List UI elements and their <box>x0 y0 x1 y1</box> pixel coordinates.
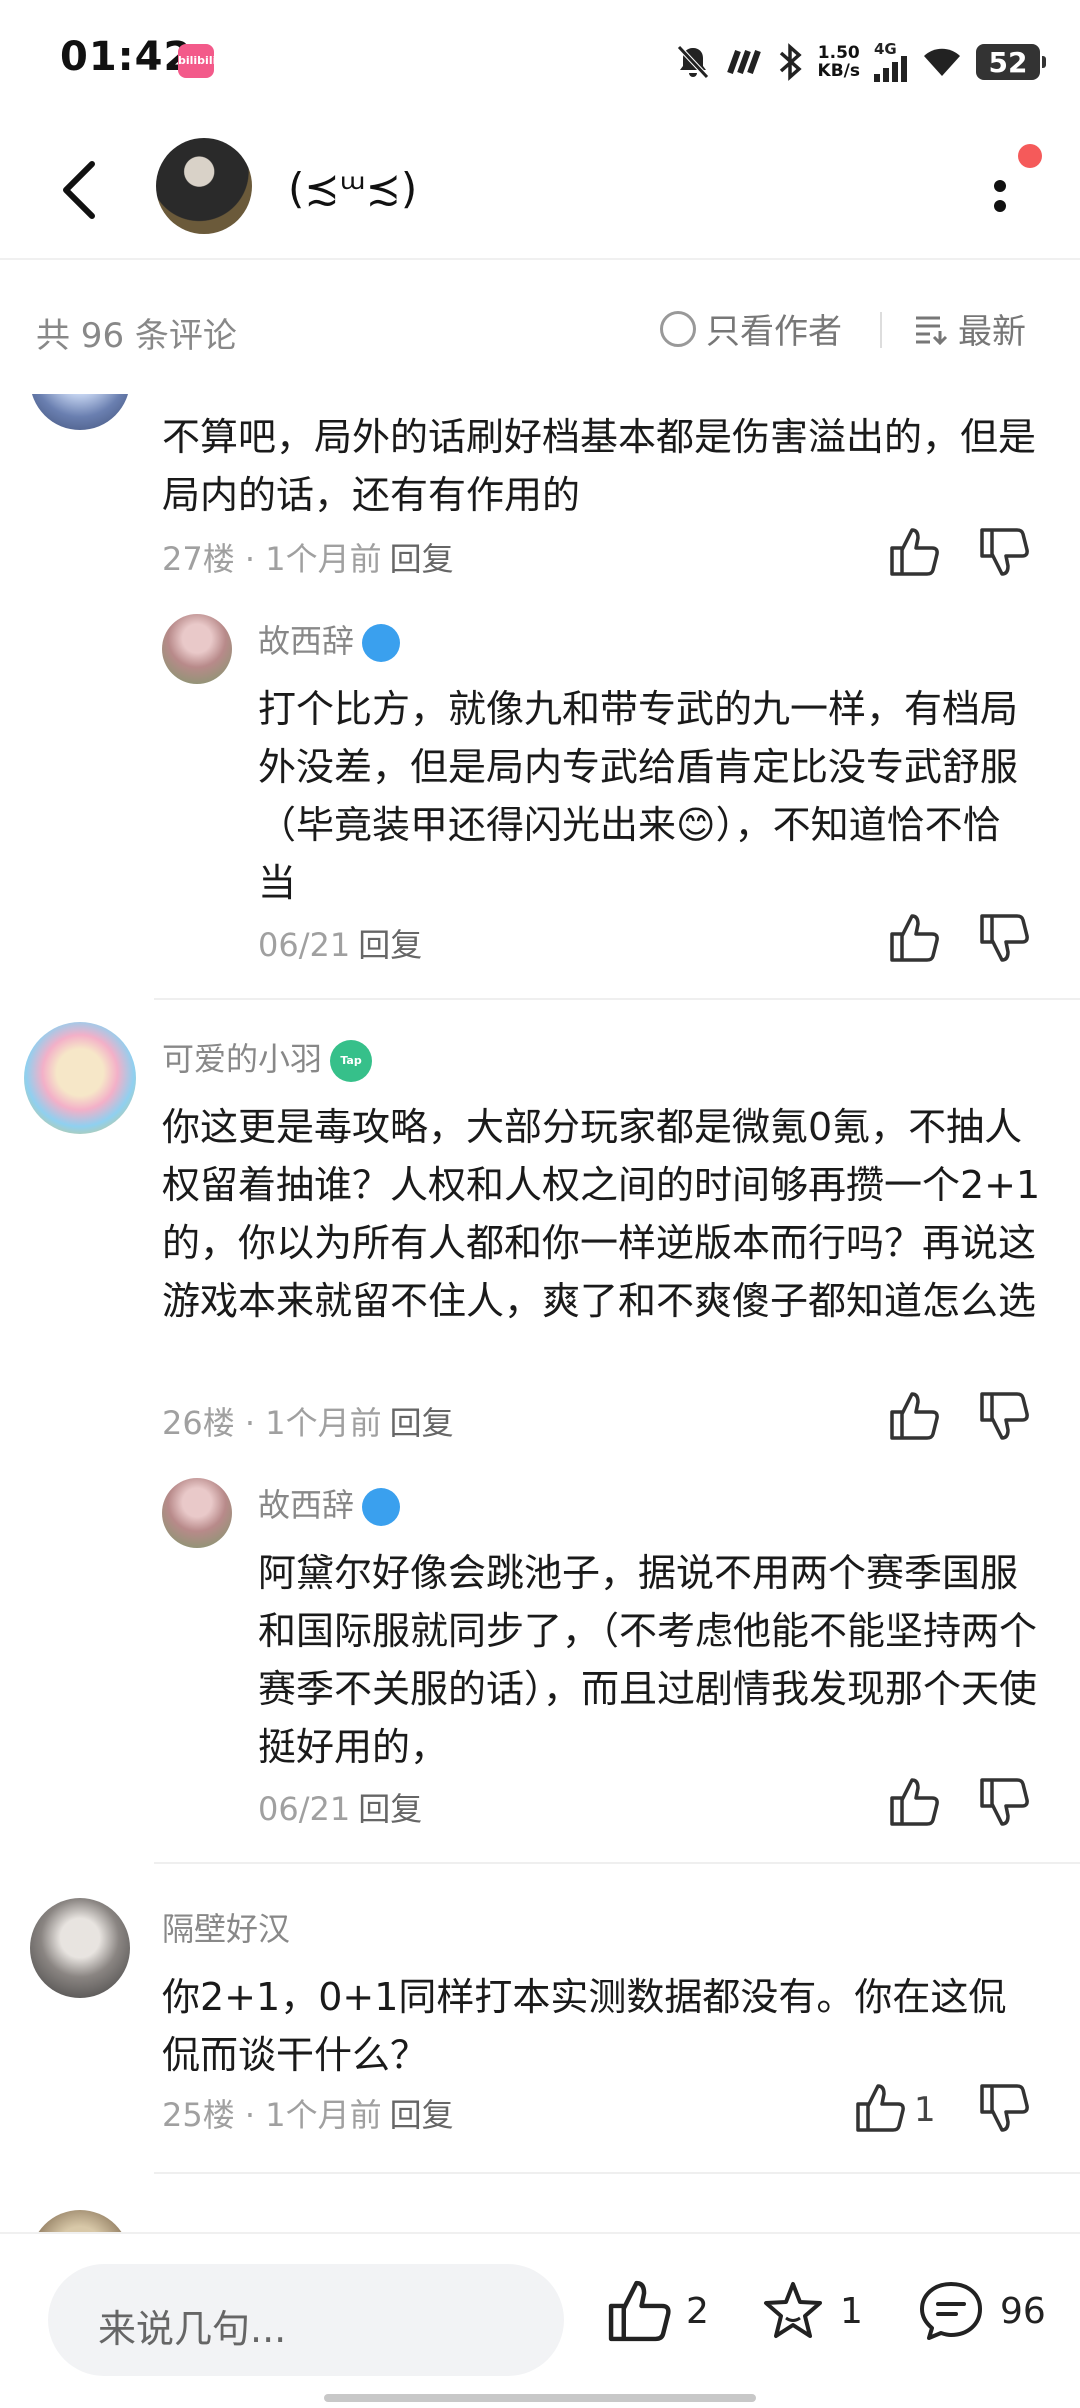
notification-dot <box>1018 144 1042 168</box>
divider <box>154 2172 1080 2174</box>
divider <box>154 998 1080 1000</box>
reply-meta: 06/21 回复 <box>258 926 423 964</box>
sort-label: 最新 <box>958 312 1026 352</box>
more-icon[interactable] <box>980 160 1040 230</box>
thumb-up-icon <box>608 2280 671 2342</box>
bluetooth-icon <box>779 43 802 81</box>
author-avatar[interactable] <box>156 138 252 234</box>
star-icon <box>764 2282 822 2338</box>
comment-author[interactable]: 隔壁好汉 <box>162 1904 290 1950</box>
post-like-count: 2 <box>686 2290 709 2332</box>
thumb-down-icon[interactable] <box>978 526 1030 578</box>
reply-meta: 06/21 回复 <box>258 1790 423 1828</box>
reply-author[interactable]: 故西辞 <box>258 616 401 662</box>
comment-avatar[interactable] <box>30 2210 130 2232</box>
comments-button[interactable]: 96 <box>916 2278 1046 2344</box>
comment-total: 96 <box>1000 2290 1046 2332</box>
app-notification-icon: bilibili <box>178 44 216 78</box>
battery-icon: 52 <box>976 44 1046 80</box>
thumb-down-icon[interactable] <box>978 2082 1030 2134</box>
comment-author[interactable]: 可爱的小羽 Tap <box>162 1034 373 1082</box>
reply-author[interactable]: 故西辞 <box>258 1480 401 1526</box>
like-count: 1 <box>914 2090 936 2130</box>
wifi-icon <box>924 48 960 76</box>
reply-button[interactable]: 回复 <box>390 1404 454 1442</box>
thumb-down-icon[interactable] <box>978 912 1030 964</box>
signal-icon <box>874 56 907 82</box>
thumb-up-icon[interactable] <box>888 912 940 964</box>
author-only-label: 只看作者 <box>706 312 842 352</box>
home-indicator[interactable] <box>324 2394 756 2402</box>
notification-off-icon <box>676 45 709 79</box>
post-like-button[interactable]: 2 <box>606 2278 709 2344</box>
thumb-up-icon[interactable] <box>854 2082 906 2134</box>
comment-meta: 27楼 · 1个月前 回复 <box>162 540 454 578</box>
comment-avatar[interactable] <box>24 1022 136 1134</box>
reply-button[interactable]: 回复 <box>358 1790 422 1828</box>
status-icons: 1.50 KB/s 4G 52 <box>676 34 1046 90</box>
status-bar: 01:42 bilibili 1.50 KB/s 4G 52 <box>0 0 1080 120</box>
comment-meta: 25楼 · 1个月前 回复 <box>162 2096 454 2134</box>
gamepad-badge-icon <box>362 624 401 662</box>
comment-text: 不算吧，局外的话刷好档基本都是伤害溢出的，但是局内的话，还有有作用的 <box>162 415 1037 517</box>
comment-input-placeholder[interactable]: 来说几句... <box>98 2298 286 2353</box>
comment-icon <box>920 2282 982 2340</box>
thumb-down-icon[interactable] <box>978 1776 1030 1828</box>
sort-icon <box>916 316 948 345</box>
comment-meta: 26楼 · 1个月前 回复 <box>162 1404 454 1442</box>
cell-signal: 4G <box>874 42 908 82</box>
status-time: 01:42 <box>60 34 193 80</box>
comment-filter-bar: 共 96 条评论 只看作者 最新 <box>0 262 1080 394</box>
reply-avatar[interactable] <box>162 614 232 684</box>
author-name[interactable]: (≾ᵚ≾) <box>288 164 417 213</box>
bottom-action-bar: 来说几句... 2 1 96 <box>0 2232 1080 2408</box>
reply-text: 打个比方，就像九和带专武的九一样，有档局外没差，但是局内专武给盾肯定比没专武舒服… <box>258 687 1019 905</box>
reply-avatar[interactable] <box>162 1478 232 1548</box>
favorite-count: 1 <box>840 2290 863 2332</box>
reply-button[interactable]: 回复 <box>390 540 454 578</box>
author-only-toggle[interactable]: 只看作者 <box>660 304 842 353</box>
thumb-up-icon[interactable] <box>888 1390 940 1442</box>
gamepad-badge-icon <box>362 1488 401 1526</box>
comment-count: 共 96 条评论 <box>36 316 237 356</box>
reply-button[interactable]: 回复 <box>390 2096 454 2134</box>
comment-text: 你这更是毒攻略，大部分玩家都是微氪0氪，不抽人权留着抽谁？人权和人权之间的时间够… <box>162 1105 1041 1323</box>
tap-badge-icon: Tap <box>330 1040 373 1082</box>
reply-button[interactable]: 回复 <box>358 926 422 964</box>
comment-avatar[interactable] <box>30 1898 130 1998</box>
network-speed: 1.50 KB/s <box>817 43 860 81</box>
header: (≾ᵚ≾) <box>0 120 1080 260</box>
reply-text: 阿黛尔好像会跳池子，据说不用两个赛季国服和国际服就同步了，（不考虑他能不能坚持两… <box>258 1551 1038 1769</box>
network-type: 4G <box>874 40 897 58</box>
network-mode-icon <box>726 49 761 75</box>
sort-button[interactable]: 最新 <box>914 304 1026 353</box>
thumb-up-icon[interactable] <box>888 526 940 578</box>
thumb-down-icon[interactable] <box>978 1390 1030 1442</box>
divider <box>154 1862 1080 1864</box>
circle-icon <box>660 310 696 347</box>
favorite-button[interactable]: 1 <box>760 2278 863 2344</box>
comment-avatar[interactable] <box>30 394 130 430</box>
comment-text: 你2+1，0+1同样打本实测数据都没有。你在这侃侃而谈干什么？ <box>162 1975 1007 2077</box>
back-icon[interactable] <box>52 158 112 222</box>
thumb-up-icon[interactable] <box>888 1776 940 1828</box>
comment-list: 不算吧，局外的话刷好档基本都是伤害溢出的，但是局内的话，还有有作用的 27楼 ·… <box>0 394 1080 2232</box>
divider <box>880 312 882 348</box>
